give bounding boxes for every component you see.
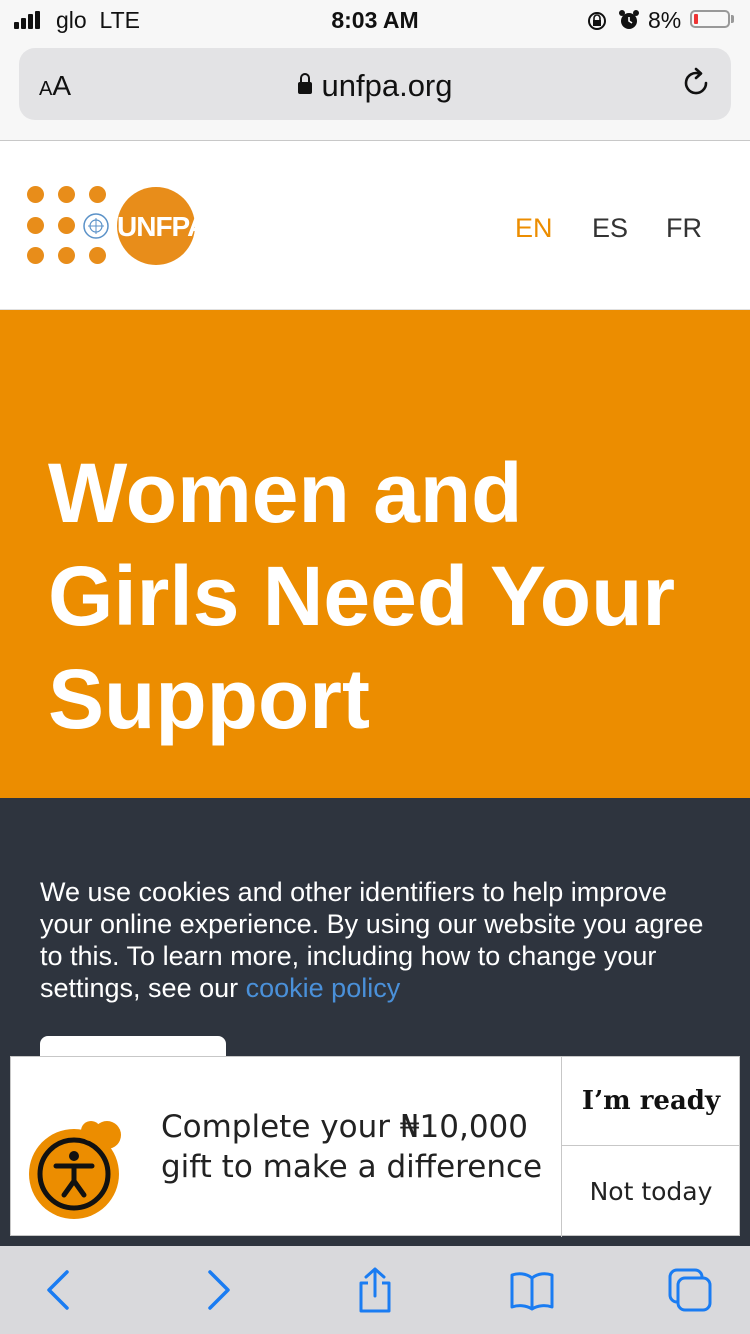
tabs-icon[interactable] — [666, 1266, 714, 1314]
address-bar[interactable]: AA unfpa.org — [19, 48, 731, 120]
cookie-policy-link[interactable]: cookie policy — [246, 973, 401, 1003]
browser-toolbar — [0, 1246, 750, 1334]
bookmarks-icon[interactable] — [508, 1266, 556, 1314]
un-emblem-icon — [83, 213, 109, 239]
back-icon[interactable] — [35, 1266, 83, 1314]
hero-title: Women and Girls Need Your Support — [48, 446, 676, 746]
heart-bubble-icon — [81, 1121, 121, 1149]
lang-es[interactable]: ES — [592, 213, 628, 244]
cookie-text: We use cookies and other identifiers to … — [40, 877, 704, 1003]
hero-banner: Women and Girls Need Your Support — [0, 310, 750, 798]
not-today-button[interactable]: Not today — [562, 1146, 740, 1236]
battery-icon — [690, 10, 730, 28]
alarm-icon — [619, 10, 639, 29]
rotation-lock-icon — [588, 12, 606, 30]
site-header: UNFPA EN ES FR — [0, 141, 750, 310]
share-icon[interactable] — [351, 1266, 399, 1314]
donation-popup: Complete your ₦10,000 gift to make a dif… — [10, 1056, 740, 1237]
donation-message: Complete your ₦10,000 gift to make a dif… — [161, 1109, 543, 1185]
browser-chrome: AA unfpa.org — [0, 40, 750, 141]
lang-fr[interactable]: FR — [666, 213, 702, 244]
url-display[interactable]: unfpa.org — [19, 68, 731, 104]
lock-icon — [297, 73, 312, 94]
reload-icon[interactable] — [679, 66, 713, 100]
status-bar: glo LTE 8:03 AM 8% — [0, 0, 750, 40]
battery-percent: 8% — [648, 7, 682, 33]
forward-icon[interactable] — [194, 1266, 242, 1314]
logo-text: UNFPA — [117, 211, 207, 242]
lang-en[interactable]: EN — [515, 213, 553, 244]
im-ready-button[interactable]: I’m ready — [562, 1057, 740, 1145]
